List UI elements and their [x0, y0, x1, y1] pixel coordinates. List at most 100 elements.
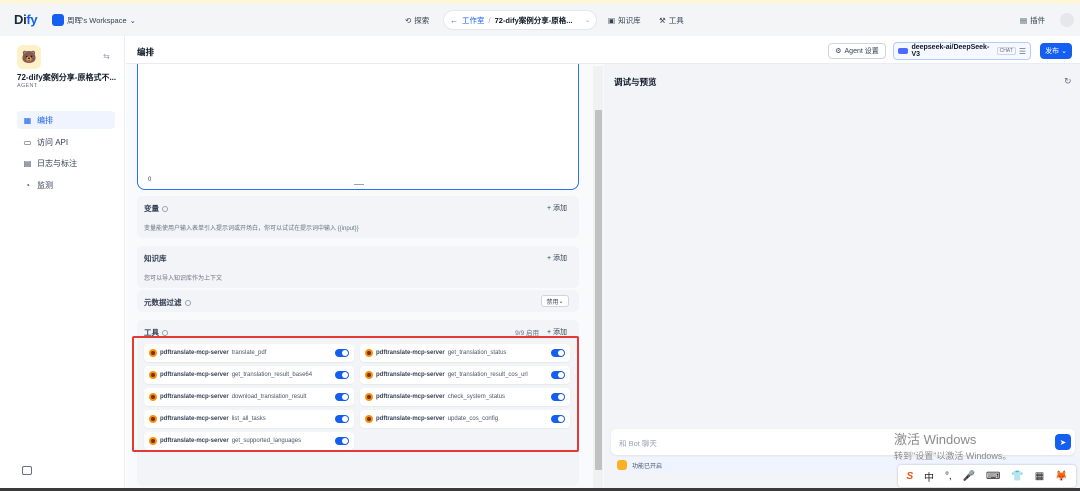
mcp-server-icon [149, 349, 157, 357]
input-mode-chinese[interactable]: 中 [924, 469, 934, 484]
tool-item[interactable]: pdftranslate-mcp-server check_system_sta… [360, 388, 570, 406]
metadata-filter-title: 元数据过滤 [144, 297, 191, 308]
tool-toggle[interactable] [551, 393, 565, 401]
skin-icon[interactable]: 👕 [1011, 471, 1023, 482]
sidebar-item-api[interactable]: ▭ 访问 API [17, 133, 115, 151]
sidebar-item-orchestrate[interactable]: ▦ 编排 [17, 111, 115, 129]
tools-title: 工具 [144, 327, 168, 338]
current-app-name[interactable]: 72-dify案例分享-原格... [495, 15, 573, 26]
mascot-icon[interactable]: 🦊 [1055, 471, 1067, 482]
nav-tools[interactable]: ⚒ 工具 [659, 15, 684, 26]
ime-toolbar: S 中 °, 🎤 ⌨ 👕 ▦ 🦊 [898, 465, 1076, 487]
workspace-switcher[interactable]: 周晖's Workspace ⌄ [52, 14, 136, 26]
refresh-icon[interactable]: ↻ [1064, 76, 1072, 87]
send-button[interactable]: ➤ [1055, 434, 1071, 450]
switch-app-icon[interactable]: ⇆ [103, 52, 110, 61]
chat-input-placeholder: 和 Bot 聊天 [619, 439, 657, 448]
plugin-icon: ▤ [1020, 16, 1028, 25]
keyboard-icon[interactable]: ⌨ [986, 471, 1000, 482]
metadata-filter-card: 元数据过滤 禁用 ⌄ [137, 290, 579, 312]
help-icon[interactable] [184, 299, 191, 306]
mcp-server-icon [149, 393, 157, 401]
model-selector[interactable]: deepseek-ai/DeepSeek-V3 CHAT ☰ [893, 42, 1031, 60]
compass-icon: ⟲ [405, 16, 412, 25]
tool-item[interactable]: pdftranslate-mcp-server get_supported_la… [144, 432, 354, 450]
layout-icon: ▦ [23, 115, 32, 125]
nav-plugins[interactable]: ▤ 插件 [1020, 15, 1045, 26]
prompt-char-count: 0 [148, 177, 152, 183]
sidebar-app-type: AGENT [17, 83, 38, 89]
prompt-editor[interactable]: 0 [137, 64, 579, 190]
tool-item[interactable]: pdftranslate-mcp-server list_all_tasks [144, 410, 354, 428]
tools-enabled-count: 9/9 启用 [515, 330, 539, 337]
tool-toggle[interactable] [335, 371, 349, 379]
knowledge-title: 知识库 [144, 254, 167, 263]
preview-title: 调试与预览 [614, 77, 657, 87]
sogou-icon[interactable]: S [906, 471, 913, 482]
mcp-server-icon [365, 393, 373, 401]
metadata-filter-select[interactable]: 禁用 ⌄ [541, 295, 569, 307]
separator: / [488, 15, 491, 25]
dify-logo[interactable]: Dify [14, 12, 38, 27]
add-knowledge-button[interactable]: + 添加 [547, 253, 567, 263]
add-variable-button[interactable]: + 添加 [547, 203, 567, 213]
page-title: 编排 [137, 47, 155, 57]
agent-settings-button[interactable]: ⚙ Agent 设置 [828, 43, 886, 59]
sidebar-item-monitor[interactable]: ◔ 监测 [17, 176, 115, 194]
variables-card: 变量 + 添加 变量能使用户输入表单引入提示词或开场白，你可以试试在提示词中输入… [137, 196, 579, 238]
nav-studio[interactable]: ← 工作室 / 72-dify案例分享-原格... ⌄ [444, 11, 596, 29]
app-icon: 🐻 [17, 45, 41, 69]
help-icon[interactable] [162, 329, 168, 336]
sidebar: 🐻 ⇆ 72-dify案例分享-原格式不... AGENT ▦ 编排 ▭ 访问 … [0, 36, 125, 491]
arrow-left-icon[interactable]: ← [450, 16, 458, 25]
tool-item[interactable]: pdftranslate-mcp-server translate_pdf [144, 344, 354, 362]
microphone-icon[interactable]: 🎤 [963, 471, 975, 482]
debug-preview-panel: 调试与预览 ↻ 和 Bot 聊天 ➤ 功能已开启 [604, 64, 1080, 491]
sidebar-app-name: 72-dify案例分享-原格式不... [17, 73, 117, 82]
scrollbar-thumb[interactable] [595, 110, 602, 470]
model-name: deepseek-ai/DeepSeek-V3 [911, 44, 990, 58]
tool-toggle[interactable] [551, 371, 565, 379]
mcp-server-icon [149, 415, 157, 423]
tool-toggle[interactable] [335, 415, 349, 423]
file-text-icon: ▤ [23, 158, 32, 168]
variables-title: 变量 [144, 203, 168, 214]
tool-item[interactable]: pdftranslate-mcp-server update_cos_confi… [360, 410, 570, 428]
tool-toggle[interactable] [335, 437, 349, 445]
model-mode-badge: CHAT [996, 47, 1016, 55]
workspace-icon [52, 14, 64, 26]
user-avatar[interactable] [1060, 13, 1074, 27]
publish-button[interactable]: 发布 ⌄ [1040, 43, 1072, 59]
top-bar: Dify 周晖's Workspace ⌄ ⟲ 探索 ← 工作室 / 72-di… [0, 4, 1080, 36]
tools-card: 工具 9/9 启用 + 添加 pdftranslate-mcp-server t… [137, 320, 579, 486]
book-icon: ▣ [608, 16, 616, 25]
hammer-icon: ⚒ [659, 16, 666, 25]
tool-item[interactable]: pdftranslate-mcp-server get_translation_… [144, 366, 354, 384]
tool-toggle[interactable] [551, 349, 565, 357]
tool-toggle[interactable] [335, 393, 349, 401]
mcp-server-icon [149, 371, 157, 379]
knowledge-card: 知识库 + 添加 您可以导入知识库作为上下文 [137, 246, 579, 288]
collapse-sidebar-icon[interactable] [22, 466, 32, 475]
help-icon[interactable] [162, 205, 168, 212]
mcp-server-icon [149, 437, 157, 445]
add-tool-button[interactable]: + 添加 [547, 327, 567, 337]
sidebar-item-logs[interactable]: ▤ 日志与标注 [17, 154, 115, 172]
nav-knowledge[interactable]: ▣ 知识库 [608, 15, 641, 26]
gear-icon: ⚙ [835, 48, 842, 55]
grid-icon[interactable]: ▦ [1035, 471, 1044, 482]
knowledge-description: 您可以导入知识库作为上下文 [144, 276, 223, 282]
sliders-icon[interactable]: ☰ [1019, 47, 1026, 56]
tool-item[interactable]: pdftranslate-mcp-server get_translation_… [360, 344, 570, 362]
workspace-name: 周晖's Workspace [67, 15, 127, 25]
chevron-down-icon: ⌄ [129, 15, 136, 25]
tool-toggle[interactable] [551, 415, 565, 423]
resize-handle[interactable] [354, 184, 364, 185]
nav-explore[interactable]: ⟲ 探索 [405, 15, 429, 26]
chevron-down-icon[interactable]: ⌄ [585, 17, 590, 24]
monitor-icon: ◔ [25, 180, 30, 190]
tool-toggle[interactable] [335, 349, 349, 357]
tool-item[interactable]: pdftranslate-mcp-server download_transla… [144, 388, 354, 406]
tool-item[interactable]: pdftranslate-mcp-server get_translation_… [360, 366, 570, 384]
punctuation-icon[interactable]: °, [945, 471, 952, 482]
